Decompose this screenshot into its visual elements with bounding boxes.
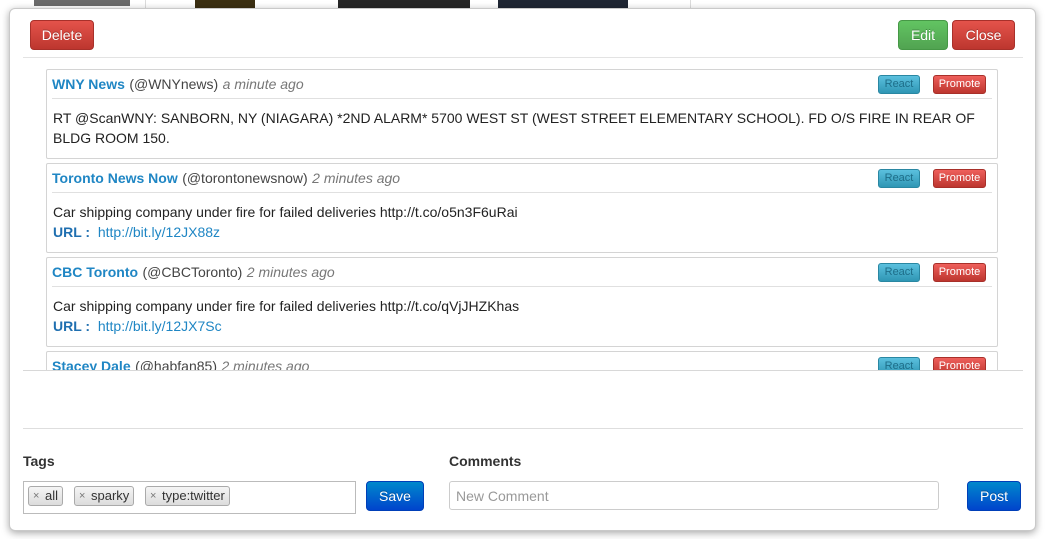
new-comment-input[interactable]: [449, 481, 939, 510]
background-thumbnail: [34, 0, 130, 6]
comments-label: Comments: [449, 453, 522, 469]
url-label: URL :: [53, 224, 91, 240]
close-button[interactable]: Close: [952, 20, 1015, 50]
promote-button[interactable]: Promote: [933, 169, 986, 188]
tweet-header: WNY News (@WNYnews) a minute ago React P…: [52, 70, 992, 99]
tweet-content: Car shipping company under fire for fail…: [53, 193, 991, 248]
react-button[interactable]: React: [878, 263, 920, 282]
tweet-card: Stacey Dale (@habfan85) 2 minutes ago Re…: [46, 351, 998, 371]
tweet-text: Car shipping company under fire for fail…: [53, 204, 518, 220]
url-link[interactable]: http://bit.ly/12JX7Sc: [98, 318, 222, 334]
tweet-timestamp: 2 minutes ago: [312, 170, 401, 186]
url-label: URL :: [53, 318, 91, 334]
remove-tag-icon[interactable]: ×: [33, 487, 39, 505]
tweet-url-row: URL : http://bit.ly/12JX7Sc: [53, 316, 991, 336]
tweet-timestamp: 2 minutes ago: [246, 264, 335, 280]
tweet-author-handle: (@habfan85): [135, 358, 217, 371]
tweet-author-name[interactable]: WNY News: [52, 76, 125, 92]
delete-button[interactable]: Delete: [30, 20, 94, 50]
tags-label: Tags: [23, 453, 55, 469]
promote-button[interactable]: Promote: [933, 75, 986, 94]
react-button[interactable]: React: [878, 169, 920, 188]
edit-button[interactable]: Edit: [898, 20, 948, 50]
remove-tag-icon[interactable]: ×: [150, 487, 156, 505]
tag-label: type:twitter: [162, 488, 225, 503]
tweet-header: Stacey Dale (@habfan85) 2 minutes ago Re…: [52, 352, 992, 371]
tweet-timestamp: a minute ago: [222, 76, 304, 92]
tag-label: sparky: [91, 488, 130, 503]
tweet-text: Car shipping company under fire for fail…: [53, 298, 520, 314]
tweet-card: WNY News (@WNYnews) a minute ago React P…: [46, 69, 998, 159]
promote-button[interactable]: Promote: [933, 357, 986, 370]
tweet-author-name[interactable]: Toronto News Now: [52, 170, 178, 186]
tweet-author-handle: (@torontonewsnow): [182, 170, 308, 186]
tweet-author-name[interactable]: Stacey Dale: [52, 358, 131, 370]
tweet-header: Toronto News Now (@torontonewsnow) 2 min…: [52, 164, 992, 193]
react-button[interactable]: React: [878, 75, 920, 94]
promote-button[interactable]: Promote: [933, 263, 986, 282]
post-comment-button[interactable]: Post: [967, 481, 1021, 511]
tag-chip: × all: [28, 486, 64, 506]
react-button[interactable]: React: [878, 357, 920, 370]
tweet-header: CBC Toronto (@CBCToronto) 2 minutes ago …: [52, 258, 992, 287]
tweet-timestamp: 2 minutes ago: [221, 358, 310, 371]
tweet-content: Car shipping company under fire for fail…: [53, 287, 991, 342]
tweet-author-handle: (@WNYnews): [129, 76, 219, 92]
tweet-author-handle: (@CBCToronto): [142, 264, 243, 280]
save-tags-button[interactable]: Save: [366, 481, 424, 511]
tweet-card: CBC Toronto (@CBCToronto) 2 minutes ago …: [46, 257, 998, 347]
item-detail-modal: Delete Edit Close WNY News (@WNYnews) a …: [9, 8, 1036, 531]
tags-input[interactable]: × all × sparky × type:twitter: [23, 481, 356, 514]
section-divider: [23, 428, 1023, 429]
tweet-text: RT @ScanWNY: SANBORN, NY (NIAGARA) *2ND …: [53, 110, 975, 146]
tag-chip: × type:twitter: [145, 486, 230, 506]
tweet-card: Toronto News Now (@torontonewsnow) 2 min…: [46, 163, 998, 253]
remove-tag-icon[interactable]: ×: [79, 487, 85, 505]
tweet-feed[interactable]: WNY News (@WNYnews) a minute ago React P…: [23, 57, 1023, 371]
tag-label: all: [45, 488, 59, 503]
tweet-author-name[interactable]: CBC Toronto: [52, 264, 138, 280]
url-link[interactable]: http://bit.ly/12JX88z: [98, 224, 220, 240]
tweet-url-row: URL : http://bit.ly/12JX88z: [53, 222, 991, 242]
tag-chip: × sparky: [74, 486, 135, 506]
